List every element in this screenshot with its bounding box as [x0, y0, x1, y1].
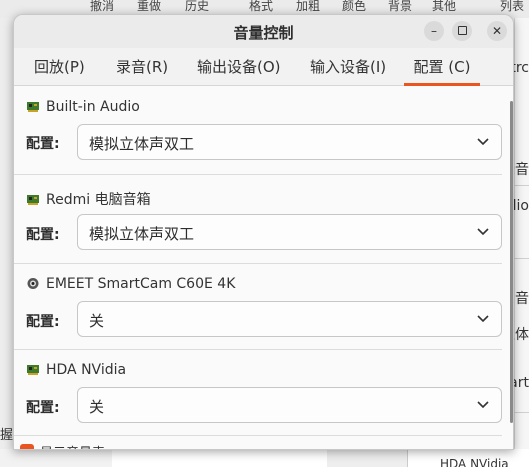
bg-menu-redo: 重做: [137, 0, 162, 13]
section-divider: [14, 174, 502, 175]
tab-playback[interactable]: 回放(P): [34, 48, 85, 86]
bg-right-text-4: 音: [515, 291, 529, 307]
profile-label: 配置:: [26, 314, 60, 330]
device-header: Redmi 电脑音箱: [26, 189, 151, 208]
profile-value: 模拟立体声双工: [89, 225, 195, 243]
bg-menu-bold: 加粗: [296, 0, 321, 13]
title-bar[interactable]: 音量控制 – ✕: [14, 15, 513, 48]
webcam-icon: [27, 278, 39, 289]
maximize-icon: [457, 26, 467, 35]
show-volume-meters-label: 显示音量表: [40, 442, 105, 449]
background-bottom-strip: HDA NVidia: [0, 449, 529, 467]
chevron-down-icon: [477, 138, 489, 146]
profile-dropdown[interactable]: 模拟立体声双工: [77, 214, 502, 250]
bg-right-divider: [514, 412, 529, 413]
section-divider: [14, 263, 502, 264]
sound-card-icon: [27, 365, 39, 375]
tab-recording[interactable]: 录音(R): [116, 48, 168, 86]
bg-left-text: 握: [0, 428, 14, 443]
device-name: Built-in Audio: [46, 99, 140, 115]
bg-menu-history: 历史: [185, 0, 210, 13]
close-button[interactable]: ✕: [487, 21, 507, 41]
profile-label: 配置:: [26, 227, 60, 243]
profile-value: 模拟立体声双工: [89, 135, 195, 153]
profile-label: 配置:: [26, 400, 60, 416]
profile-dropdown[interactable]: 关: [77, 301, 502, 337]
minimize-icon: –: [431, 24, 437, 38]
minimize-button[interactable]: –: [424, 21, 444, 41]
bg-menu-undo: 撤消: [90, 0, 115, 13]
device-name: HDA NVidia: [46, 362, 127, 378]
tab-bar: 回放(P) 录音(R) 输出设备(O) 输入设备(I) 配置 (C): [14, 48, 513, 86]
bg-menu-background: 背景: [388, 0, 413, 13]
volume-control-window: 音量控制 – ✕ 回放(P) 录音(R) 输出设备(O) 输入设备(I) 配置 …: [13, 14, 514, 450]
sound-card-icon: [27, 195, 39, 205]
device-header: Built-in Audio: [26, 99, 140, 117]
sound-card-icon: [27, 102, 39, 112]
tab-input-devices[interactable]: 输入设备(I): [310, 48, 386, 86]
device-header: HDA NVidia: [26, 362, 126, 380]
bg-right-divider: [514, 258, 529, 259]
chevron-down-icon: [477, 228, 489, 236]
show-volume-meters-checkbox[interactable]: [20, 444, 34, 449]
device-name: EMEET SmartCam C60E 4K: [46, 276, 236, 292]
profile-dropdown[interactable]: 模拟立体声双工: [77, 124, 502, 160]
bg-right-divider: [514, 185, 529, 186]
configuration-panel: Built-in Audio 配置: 模拟立体声双工 Redmi 电脑音箱 配置…: [14, 87, 513, 449]
maximize-button[interactable]: [452, 21, 472, 41]
bg-bottom-device-label: HDA NVidia: [440, 457, 509, 467]
tab-configuration[interactable]: 配置 (C): [404, 48, 480, 86]
section-divider: [14, 435, 502, 436]
background-right-panel: [514, 18, 529, 467]
chevron-down-icon: [477, 401, 489, 409]
profile-dropdown[interactable]: 关: [77, 387, 502, 423]
close-icon: ✕: [491, 24, 503, 38]
profile-label: 配置:: [26, 136, 60, 152]
device-name: Redmi 电脑音箱: [46, 192, 151, 208]
tab-output-devices[interactable]: 输出设备(O): [197, 48, 281, 86]
bg-menu-color: 颜色: [342, 0, 367, 13]
bg-menu-list: 列表: [500, 0, 525, 13]
section-divider: [14, 349, 502, 350]
bg-menu-format: 格式: [249, 0, 274, 13]
profile-value: 关: [89, 398, 105, 416]
device-header: EMEET SmartCam C60E 4K: [26, 276, 235, 294]
profile-value: 关: [89, 312, 105, 330]
vertical-scrollbar[interactable]: [510, 101, 513, 423]
chevron-down-icon: [477, 315, 489, 323]
bg-menu-other: 其他: [432, 0, 457, 13]
